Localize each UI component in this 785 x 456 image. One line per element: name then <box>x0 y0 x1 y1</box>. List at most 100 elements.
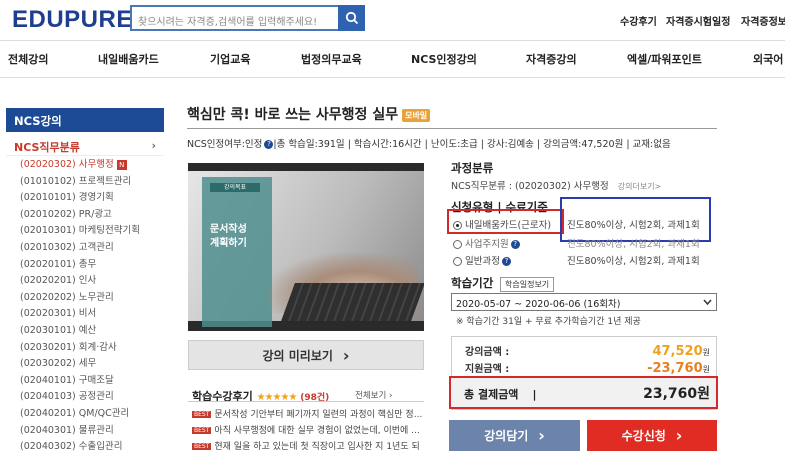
criteria-general: 진도80%이상, 시험2회, 과제1회 <box>567 256 700 267</box>
review-item[interactable]: BEST 문서작성 기안부터 폐기까지 일련의 과정이 핵심만 정... <box>192 407 424 420</box>
chevron-down-icon <box>703 299 712 305</box>
schedule-button[interactable]: 학습일정보기 <box>500 277 555 292</box>
support-price: -23,760원 <box>630 357 710 376</box>
sidebar-item[interactable]: (02030101) 예산 <box>20 323 170 340</box>
meta-ncs: NCS인정여부:인정 <box>187 139 263 150</box>
nav-certificate[interactable]: 자격증강의 <box>526 51 577 67</box>
sidebar-heading: NCS강의 <box>6 108 164 132</box>
review-text: 문서작성 기안부터 폐기까지 일련의 과정이 핵심만 정... <box>214 410 423 420</box>
total-value: 23,760원 <box>643 386 710 402</box>
sidebar-item[interactable]: (02010101) 경영기획 <box>20 190 170 207</box>
nav-ncs[interactable]: NCS인정강의 <box>411 51 477 67</box>
sidebar-item[interactable]: (02020301) 비서 <box>20 306 170 323</box>
category-text: NCS직무분류 : (02020302) 사무행정 <box>451 181 609 192</box>
nav-excel-ppt[interactable]: 엑셀/파워포인트 <box>627 51 702 67</box>
radio-selected[interactable] <box>453 221 462 230</box>
period-note: ※ 학습기간 31일 + 무료 추가학습기간 1년 제공 <box>456 317 641 327</box>
reviews-view-all-link[interactable]: 전체보기 › <box>355 389 392 401</box>
review-item[interactable]: BEST 현재 일을 하고 있는데 첫 직장이고 입사한 지 1년도 되 <box>192 439 424 452</box>
logo[interactable]: EDUPURE <box>12 6 133 34</box>
nav-language[interactable]: 외국어 <box>753 51 783 67</box>
period-title: 학습기간 <box>451 276 494 290</box>
preview-button[interactable]: 강의 미리보기 › <box>188 340 424 370</box>
sidebar-item[interactable]: (02030202) 세무 <box>20 356 170 373</box>
category-title: 과정분류 <box>451 161 494 175</box>
new-badge: N <box>116 159 127 170</box>
review-text: 아직 사무행정에 대한 실무 경험이 없었는데, 이번에 ... <box>214 426 420 436</box>
add-to-cart-button[interactable]: 강의담기 › <box>449 420 580 451</box>
total-label-text: 총 결제금액 <box>464 388 519 401</box>
nav-all-courses[interactable]: 전체강의 <box>8 51 48 67</box>
sidebar-item[interactable]: (01010102) 프로젝트관리 <box>20 174 170 191</box>
criteria-card: 진도80%이상, 시험2회, 과제1회 <box>567 220 700 231</box>
sidebar-item[interactable]: (02030201) 회계·감사 <box>20 340 170 357</box>
support-price-label: 지원금액 : <box>465 364 510 375</box>
apply-option-general[interactable]: 일반과정? <box>453 253 511 267</box>
support-price-value: -23,760 <box>647 361 703 376</box>
slide-panel <box>202 177 272 327</box>
option-label: 사업주지원 <box>465 239 509 250</box>
video-thumbnail[interactable]: 강의목표 문서작성 계획하기 <box>188 163 424 331</box>
sidebar-item[interactable]: (02040302) 수출입관리 <box>20 439 170 456</box>
sidebar-item[interactable]: (02020201) 인사 <box>20 273 170 290</box>
sidebar-item[interactable]: (02010302) 고객관리 <box>20 240 170 257</box>
mobile-badge: 모바일 <box>402 108 431 122</box>
help-icon[interactable]: ? <box>501 257 511 266</box>
review-item[interactable]: BEST 아직 사무행정에 대한 실무 경험이 없었는데, 이번에 ... <box>192 423 424 436</box>
best-badge: BEST <box>192 427 212 434</box>
slide-text: 문서작성 계획하기 <box>210 224 247 249</box>
best-badge: BEST <box>192 443 212 450</box>
meta-details: |총 학습일:391일 | 학습시간:16시간 | 난이도:초급 | 강사:김예… <box>273 139 671 150</box>
currency-unit: 원 <box>702 365 710 374</box>
radio-unselected[interactable] <box>453 257 462 266</box>
sidebar-item[interactable]: (02010202) PR/광고 <box>20 207 170 224</box>
sidebar-item[interactable]: (02010301) 마케팅전략기획 <box>20 223 170 240</box>
search-input[interactable]: 찾으시려는 자격증,검색어를 입력해주세요! <box>130 5 338 31</box>
nav-corporate[interactable]: 기업교육 <box>210 51 250 67</box>
course-meta: NCS인정여부:인정? |총 학습일:391일 | 학습시간:16시간 | 난이도… <box>187 136 671 150</box>
period-select[interactable]: 2020-05-07 ~ 2020-06-06 (16회차) <box>451 293 717 311</box>
top-link-certificate-info[interactable]: 자격증정보 <box>741 13 785 28</box>
keyboard-image <box>281 283 424 321</box>
sidebar-item[interactable]: (02020302) 사무행정 N <box>20 157 170 174</box>
apply-label: 수강신청 <box>621 429 666 443</box>
sidebar-list: (02020302) 사무행정 N (01010102) 프로젝트관리 (0201… <box>20 157 170 456</box>
divider <box>187 128 717 129</box>
sidebar-item-label: (02020302) 사무행정 <box>20 159 114 170</box>
category-value: NCS직무분류 : (02020302) 사무행정 강의더보기> <box>451 178 661 192</box>
sidebar-item[interactable]: (02020101) 총무 <box>20 257 170 274</box>
more-courses-link[interactable]: 강의더보기> <box>618 182 662 191</box>
sidebar-category[interactable]: NCS직무분류 › <box>6 136 164 156</box>
apply-option-card[interactable]: 내일배움카드(근로자) <box>453 217 551 231</box>
period-value: 2020-05-07 ~ 2020-06-06 (16회차) <box>456 299 621 310</box>
best-badge: BEST <box>192 411 212 418</box>
page-title: 핵심만 콕! 바로 쓰는 사무행정 실무 모바일 <box>187 104 431 124</box>
radio-unselected[interactable] <box>453 240 462 249</box>
sidebar-item[interactable]: (02020202) 노무관리 <box>20 290 170 307</box>
option-label: 내일배움카드(근로자) <box>465 220 552 231</box>
search-icon <box>345 11 358 25</box>
apply-button[interactable]: 수강신청 › <box>587 420 717 451</box>
course-price-label: 강의금액 : <box>465 347 510 358</box>
option-label: 일반과정 <box>465 256 500 267</box>
help-icon[interactable]: ? <box>510 240 520 249</box>
chevron-right-icon: › <box>538 426 545 445</box>
top-link-exam-schedule[interactable]: 자격증시험일정 <box>666 13 730 28</box>
apply-option-employer[interactable]: 사업주지원? <box>453 236 520 250</box>
top-link-reviews[interactable]: 수강후기 <box>620 13 657 28</box>
nav-tomorrow-card[interactable]: 내일배움카드 <box>98 51 159 67</box>
criteria-employer: 진도80%이상, 시험2회, 과제1회 <box>567 239 700 250</box>
currency-unit: 원 <box>702 348 710 357</box>
chevron-right-icon: › <box>151 139 156 152</box>
preview-label: 강의 미리보기 <box>262 348 333 363</box>
sidebar-category-label: NCS직무분류 <box>14 141 80 154</box>
course-title: 핵심만 콕! 바로 쓰는 사무행정 실무 <box>187 107 399 123</box>
sidebar-item[interactable]: (02040101) 구매조달 <box>20 373 170 390</box>
nav-legal[interactable]: 법정의무교육 <box>301 51 362 67</box>
chevron-right-icon: › <box>675 426 683 445</box>
search-button[interactable] <box>338 5 365 31</box>
sidebar-item[interactable]: (02040301) 물류관리 <box>20 423 170 440</box>
divider <box>188 401 424 402</box>
sidebar-item[interactable]: (02040103) 공정관리 <box>20 389 170 406</box>
sidebar-item[interactable]: (02040201) QM/QC관리 <box>20 406 170 423</box>
